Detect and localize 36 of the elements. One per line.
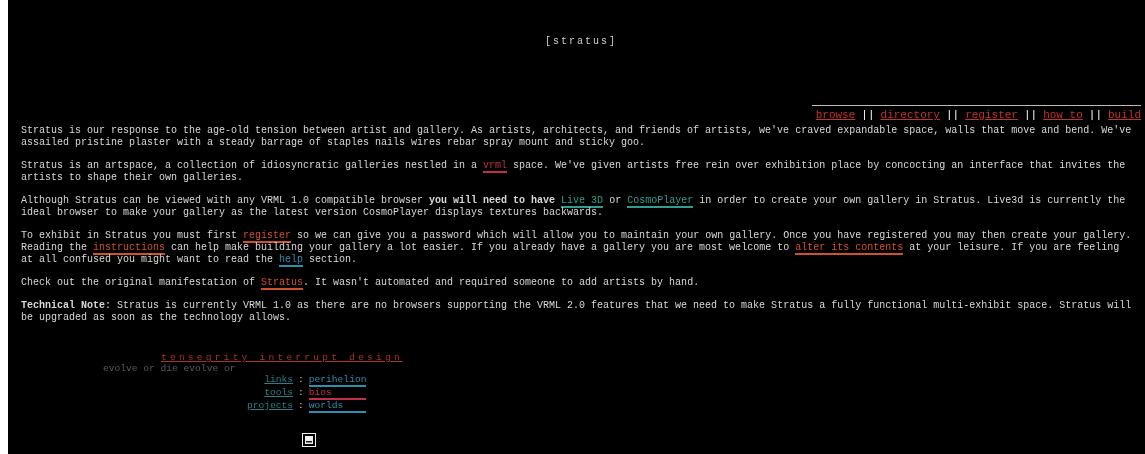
text-link[interactable]: register (243, 230, 292, 243)
nav-link[interactable]: how to (1043, 109, 1083, 122)
text-link[interactable]: vrml (483, 160, 508, 173)
paragraph: Check out the original manifestation of Stratus. It wasn't automated and required someone to add artists by hand. (21, 277, 701, 289)
page-icon[interactable] (302, 433, 316, 447)
slogan: evolve or die evolve or (103, 363, 237, 374)
nav-separator: || (1023, 109, 1038, 122)
paragraph: Stratus is our response to the age-old tension between artist and gallery. As artists, architects, and friends of artists, we've craved expandable space, walls that move and bend. We've assailed pristine plaster with a steady barrage of staples nails wires rebar spray mount and sticky goo. (21, 125, 1133, 149)
text-link[interactable]: Stratus (261, 277, 304, 290)
nav-separator: || (1088, 109, 1102, 122)
footer-link[interactable]: bios (308, 387, 367, 400)
link-separator: : (298, 374, 304, 387)
text-link[interactable]: CosmoPlayer (627, 195, 694, 208)
link-separator: : (298, 387, 304, 400)
nav-separator: || (861, 109, 875, 122)
paragraph: Stratus is an artspace, a collection of idiosyncratic galleries nestled in a vrml space. We've given artists free rein over exhibition place by concocting an interface that invites the artists to shape their own galleries. (21, 160, 1127, 184)
nav-link[interactable]: register (965, 109, 1018, 122)
nav-link[interactable]: build (1108, 109, 1141, 122)
text-link[interactable]: alter its contents (795, 242, 904, 255)
footer-heading: tensegrity interrupt design (161, 352, 404, 363)
footer-link[interactable]: projects (247, 400, 294, 413)
site-title: [stratus] (545, 35, 617, 49)
nav-separator: || (945, 109, 960, 122)
text-link[interactable]: instructions (93, 242, 166, 255)
nav-link[interactable]: directory (880, 109, 940, 122)
footer-link[interactable]: links (247, 374, 294, 387)
footer-link[interactable]: tools (247, 387, 294, 400)
nav-link[interactable]: browse (815, 109, 856, 122)
paragraph: To exhibit in Stratus you must first register so we can give you a password which will allow you to maintain your own gallery. Once you have registered you may then create your gallery. Reading the instructions can help make building your gallery a lot easier. If you already have a gallery you are most welcome to alter its contents at your leisure. If you are feeling at all confused you might want to read the help section. (21, 230, 1133, 266)
footer-link[interactable]: worlds (308, 400, 367, 413)
text-link[interactable]: help (279, 254, 304, 267)
link-separator: : (298, 400, 304, 413)
paragraph: Although Stratus can be viewed with any VRML 1.0 compatible browser you will need to have Live 3D or CosmoPlayer in order to create your own gallery in Stratus. Live3d is currently the ideal browser to make your gallery as the latest version CosmoPlayer displays textures backwards. (21, 195, 1127, 219)
footer-link[interactable]: perihelion (308, 374, 367, 387)
text-link[interactable]: Live 3D (561, 195, 604, 208)
paragraph: Technical Note: Stratus is currently VRML 1.0 as there are no browsers supporting the VRML 2.0 features that we need to make Stratus a fully functional multi-exhibit space. Stratus will be upgraded as soon as the technology allows. (21, 300, 1133, 324)
